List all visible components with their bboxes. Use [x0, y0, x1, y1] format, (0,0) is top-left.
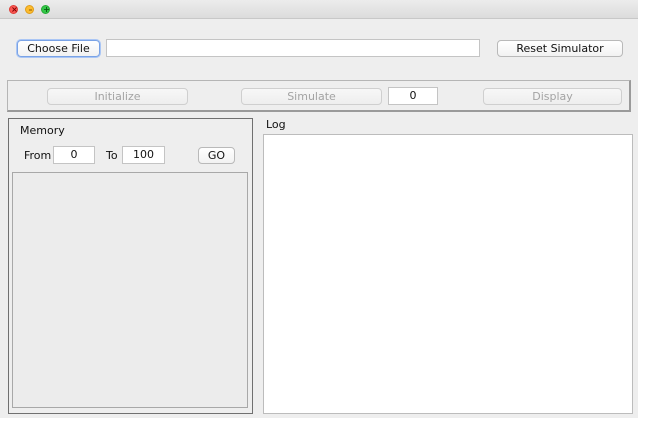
from-label: From — [24, 149, 52, 162]
display-button[interactable]: Display — [483, 88, 622, 105]
to-address-field[interactable]: 100 — [122, 146, 165, 164]
log-title: Log — [266, 118, 286, 131]
minimize-glyph: – — [28, 5, 33, 14]
simulate-button[interactable]: Simulate — [241, 88, 382, 105]
maximize-icon[interactable]: + — [41, 5, 50, 14]
from-address-field[interactable]: 0 — [53, 146, 95, 164]
title-bar: × – + — [0, 0, 638, 19]
minimize-icon[interactable]: – — [25, 5, 34, 14]
initialize-button[interactable]: Initialize — [47, 88, 188, 105]
file-path-field[interactable] — [106, 39, 480, 57]
reset-simulator-button[interactable]: Reset Simulator — [497, 40, 623, 57]
memory-view[interactable] — [12, 172, 248, 408]
memory-panel: Memory From 0 To 100 GO — [8, 118, 253, 414]
simulation-toolbar: Initialize Simulate 0 Display — [7, 80, 631, 112]
choose-file-button[interactable]: Choose File — [17, 40, 100, 57]
close-icon[interactable]: × — [9, 5, 18, 14]
app-window: × – + Choose File Reset Simulator Initia… — [0, 0, 638, 418]
log-text-area[interactable] — [263, 134, 633, 414]
step-count-field[interactable]: 0 — [388, 87, 438, 105]
close-glyph: × — [11, 5, 18, 14]
go-button[interactable]: GO — [198, 147, 235, 164]
maximize-glyph: + — [43, 5, 50, 14]
to-label: To — [106, 149, 118, 162]
memory-title: Memory — [20, 124, 65, 137]
